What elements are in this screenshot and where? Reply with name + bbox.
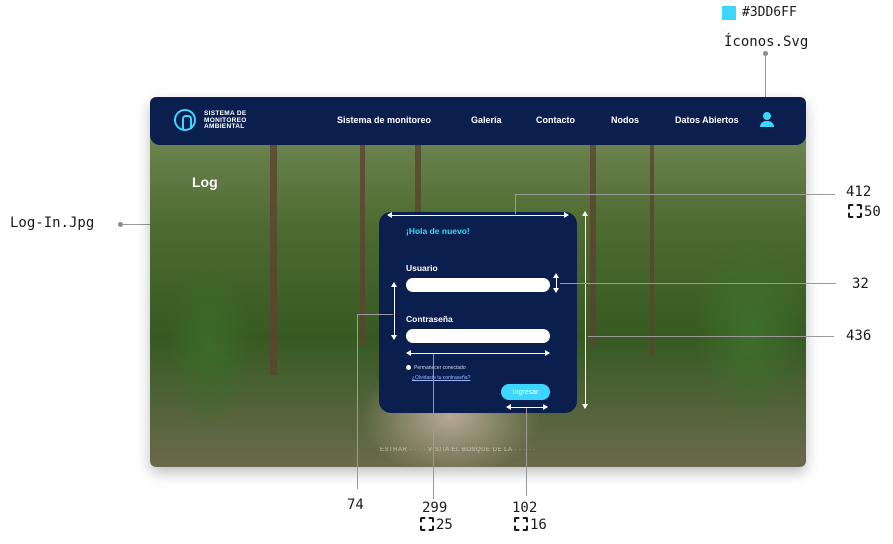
spec-button-radius-row: 16 [514,517,547,533]
forgot-password-link[interactable]: ¿Olvidaste tu contraseña? [412,375,470,381]
password-label: Contraseña [406,314,453,324]
tree-trunk [590,145,596,345]
leader-line [357,314,358,489]
spec-card-width: 412 [846,184,872,200]
page-title: Log [192,174,218,190]
corner-radius-icon [848,204,862,218]
corner-radius-icon [514,517,528,531]
dim-arrow-card-width [387,212,569,218]
spec-button-radius: 16 [530,517,547,533]
password-input[interactable] [406,329,550,343]
icons-file-label: Íconos.Svg [724,34,809,50]
tree-trunk [650,145,654,355]
color-swatch [722,6,736,20]
spec-input-radius: 25 [436,517,453,533]
spec-input-radius-row: 25 [420,517,453,533]
corner-radius-icon [420,517,434,531]
navbar: SISTEMA DE MONITOREO AMBIENTAL Sistema d… [150,97,806,145]
remember-checkbox[interactable] [406,365,411,370]
dim-arrow-button-width [506,404,548,410]
leader-line [515,194,516,214]
spec-card-radius: 50 [864,204,881,220]
leader-line [433,354,434,499]
leader-line [588,336,834,337]
dim-arrow-input-width [406,350,550,356]
login-card: ¡Hola de nuevo! Usuario Contraseña Perma… [379,212,577,413]
submit-button[interactable]: Ingresar [501,384,550,400]
user-icon[interactable] [759,112,775,128]
nav-item-galeria[interactable]: Galería [471,115,502,125]
spec-card-height: 436 [846,328,872,344]
remember-label: Permanecer conectado [414,365,466,371]
color-hex-label: #3DD6FF [742,5,797,20]
spec-input-width: 299 [422,500,448,516]
spec-button-width: 102 [512,500,538,516]
dim-arrow-label-spacing [391,282,397,340]
tree-trunk [360,145,365,345]
mockup-window: SISTEMA DE MONITOREO AMBIENTAL Sistema d… [150,97,806,467]
logo-icon[interactable] [174,109,196,131]
background-caption: ESTRAR · · · · VISITA EL BOSQUE DE LA · … [380,447,536,453]
bg-file-label: Log-In.Jpg [10,215,95,231]
spec-input-height: 32 [852,276,869,292]
nav-item-datos-abiertos[interactable]: Datos Abiertos [675,115,739,125]
nav-item-sistema[interactable]: Sistema de monitoreo [337,115,431,125]
greeting: ¡Hola de nuevo! [406,226,470,236]
dim-arrow-input-height [553,273,559,293]
logo-line: AMBIENTAL [204,123,245,130]
leader-line [515,194,835,195]
leader-line [526,408,527,496]
leader-line [357,314,393,315]
spec-card-radius-row: 50 [848,204,881,220]
leader-line [560,283,836,284]
spec-label-spacing: 74 [347,497,364,513]
dim-arrow-card-height [582,211,588,409]
logo-text[interactable]: SISTEMA DE MONITOREO AMBIENTAL [204,110,247,131]
username-label: Usuario [406,263,438,273]
nav-item-nodos[interactable]: Nodos [611,115,639,125]
nav-item-contacto[interactable]: Contacto [536,115,575,125]
tree-trunk [270,145,277,375]
username-input[interactable] [406,278,550,292]
